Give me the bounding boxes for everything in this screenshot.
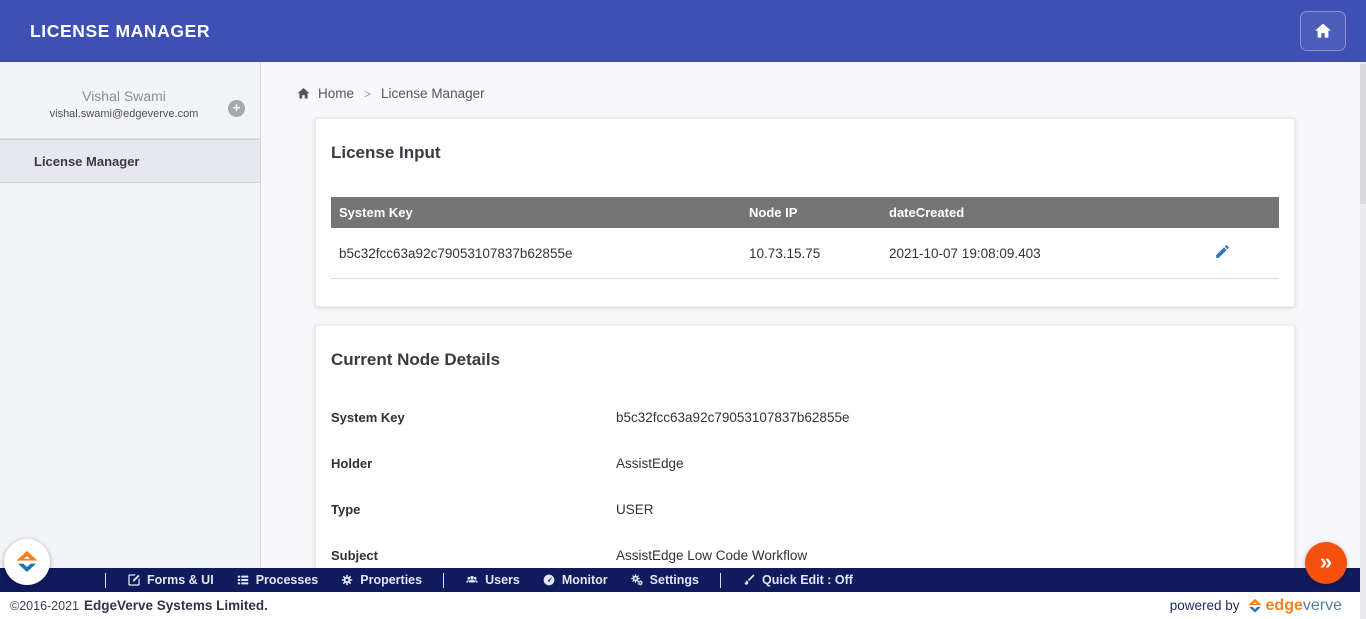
edgeverve-logo-button[interactable] (4, 539, 50, 585)
expand-user-icon[interactable]: + (228, 100, 245, 117)
tachometer-icon (542, 573, 556, 587)
field-label: Holder (331, 456, 616, 471)
license-input-table: System Key Node IP dateCreated b5c32fcc6… (331, 197, 1279, 279)
column-actions (1206, 197, 1279, 228)
users-icon (465, 573, 479, 587)
user-profile-block: Vishal Swami vishal.swami@edgeverve.com … (0, 62, 260, 139)
edgeverve-brand-icon (1246, 597, 1264, 615)
license-manager-app: LICENSE MANAGER Vishal Swami vishal.swam… (0, 0, 1366, 619)
field-row-type: Type USER (331, 486, 1279, 532)
toolbar-divider (105, 573, 106, 588)
field-row-system-key: System Key b5c32fcc63a92c79053107837b628… (331, 394, 1279, 440)
top-header-bar: LICENSE MANAGER (0, 0, 1366, 62)
expand-right-button[interactable]: » (1305, 542, 1347, 584)
cell-node-ip: 10.73.15.75 (741, 228, 881, 279)
field-value: AssistEdge Low Code Workflow (616, 548, 807, 563)
nav-label: Users (485, 573, 520, 587)
cell-actions (1206, 228, 1279, 279)
nav-label: Settings (650, 573, 699, 587)
nav-label: Processes (256, 573, 319, 587)
nav-quick-edit[interactable]: Quick Edit : Off (742, 573, 853, 587)
home-icon (1313, 21, 1333, 41)
nav-label: Quick Edit : Off (762, 573, 853, 587)
table-row: b5c32fcc63a92c79053107837b62855e 10.73.1… (331, 228, 1279, 279)
toolbar-divider (443, 573, 444, 588)
field-value: USER (616, 502, 654, 517)
footer: ©2016-2021 EdgeVerve Systems Limited. po… (0, 592, 1366, 619)
sidebar: Vishal Swami vishal.swami@edgeverve.com … (0, 62, 261, 619)
column-node-ip: Node IP (741, 197, 881, 228)
field-value: AssistEdge (616, 456, 684, 471)
scrollbar[interactable] (1360, 62, 1366, 619)
list-icon (236, 573, 250, 587)
sidebar-item-label: License Manager (34, 154, 140, 169)
nav-users[interactable]: Users (465, 573, 520, 587)
gear-icon (340, 573, 354, 587)
powered-by-text: powered by (1170, 598, 1240, 613)
breadcrumb: Home > License Manager (296, 86, 1366, 101)
license-input-card: License Input System Key Node IP dateCre… (315, 118, 1295, 307)
toolbar-divider (720, 573, 721, 588)
breadcrumb-home[interactable]: Home (318, 86, 354, 101)
brand-verve-text: verve (1303, 597, 1342, 615)
nav-settings[interactable]: Settings (630, 573, 699, 587)
sidebar-item-license-manager[interactable]: License Manager (0, 139, 260, 183)
breadcrumb-home-icon (296, 86, 311, 101)
edgeverve-brand: edge verve (1246, 597, 1342, 615)
breadcrumb-current: License Manager (381, 86, 485, 101)
home-button[interactable] (1300, 11, 1346, 51)
column-date-created: dateCreated (881, 197, 1206, 228)
bottom-toolbar: Forms & UI Processes Properties (0, 568, 1366, 592)
table-header-row: System Key Node IP dateCreated (331, 197, 1279, 228)
column-system-key: System Key (331, 197, 741, 228)
copyright-company: EdgeVerve Systems Limited. (84, 598, 268, 613)
edit-pencil-icon[interactable] (1214, 243, 1231, 260)
cell-system-key: b5c32fcc63a92c79053107837b62855e (331, 228, 741, 279)
user-name: Vishal Swami (30, 88, 218, 104)
cogs-icon (630, 573, 644, 587)
nav-forms-ui[interactable]: Forms & UI (127, 573, 214, 587)
nav-properties[interactable]: Properties (340, 573, 422, 587)
scrollbar-thumb[interactable] (1360, 64, 1366, 204)
double-chevron-right-icon: » (1320, 549, 1332, 575)
nav-label: Monitor (562, 573, 608, 587)
field-label: Subject (331, 548, 616, 563)
brand-edge-text: edge (1266, 597, 1303, 615)
copyright: ©2016-2021 EdgeVerve Systems Limited. (10, 598, 268, 613)
powered-by: powered by edge verve (1170, 597, 1342, 615)
main-content: Home > License Manager License Input Sys… (262, 62, 1366, 619)
nav-label: Properties (360, 573, 422, 587)
nav-monitor[interactable]: Monitor (542, 573, 608, 587)
user-email: vishal.swami@edgeverve.com (30, 108, 218, 120)
current-node-details-title: Current Node Details (331, 350, 1279, 370)
edit-square-icon (127, 573, 141, 587)
app-title: LICENSE MANAGER (30, 21, 210, 42)
edgeverve-logo-icon (13, 548, 41, 576)
breadcrumb-separator: > (364, 87, 371, 101)
field-label: System Key (331, 410, 616, 425)
field-value: b5c32fcc63a92c79053107837b62855e (616, 410, 849, 425)
nav-label: Forms & UI (147, 573, 214, 587)
field-row-holder: Holder AssistEdge (331, 440, 1279, 486)
copyright-years: ©2016-2021 (10, 599, 79, 613)
license-input-title: License Input (331, 143, 1279, 163)
nav-processes[interactable]: Processes (236, 573, 319, 587)
cell-date-created: 2021-10-07 19:08:09.403 (881, 228, 1206, 279)
brush-icon (742, 573, 756, 587)
node-details-fields: System Key b5c32fcc63a92c79053107837b628… (331, 394, 1279, 578)
field-label: Type (331, 502, 616, 517)
